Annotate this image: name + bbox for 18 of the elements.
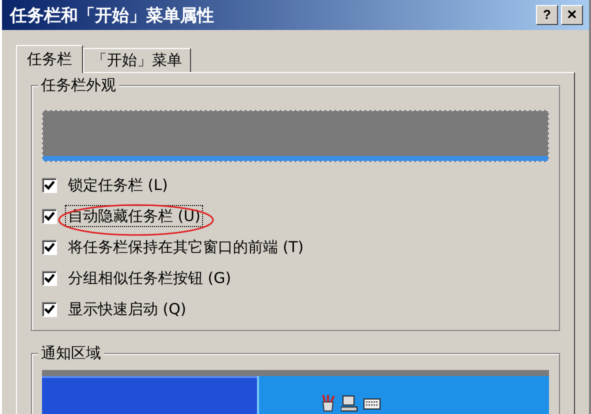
checkbox-label[interactable]: 将任务栏保持在其它窗口的前端 (T) [65,236,307,258]
checkbox-label[interactable]: 锁定任务栏 (L) [65,174,171,196]
tab[interactable]: 任务栏 [16,45,83,73]
help-button[interactable]: ? [536,5,558,25]
pencil-cup-icon [319,394,337,412]
checkbox-label[interactable]: 分组相似任务栏按钮 (G) [65,267,234,289]
checkbox-label[interactable]: 显示快速启动 (Q) [65,298,190,320]
checkbox[interactable] [42,240,57,254]
checkbox[interactable] [42,178,57,192]
window-title: 任务栏和「开始」菜单属性 [10,4,214,26]
checkbox[interactable] [42,302,57,316]
checkbox[interactable] [42,270,57,286]
group-title: 任务栏外观 [38,76,119,95]
checkbox[interactable] [42,208,57,224]
close-button[interactable]: ✕ [561,5,583,25]
tab[interactable]: 「开始」菜单 [83,48,191,72]
computer-icon [341,394,359,412]
group-title: 通知区域 [38,344,104,363]
